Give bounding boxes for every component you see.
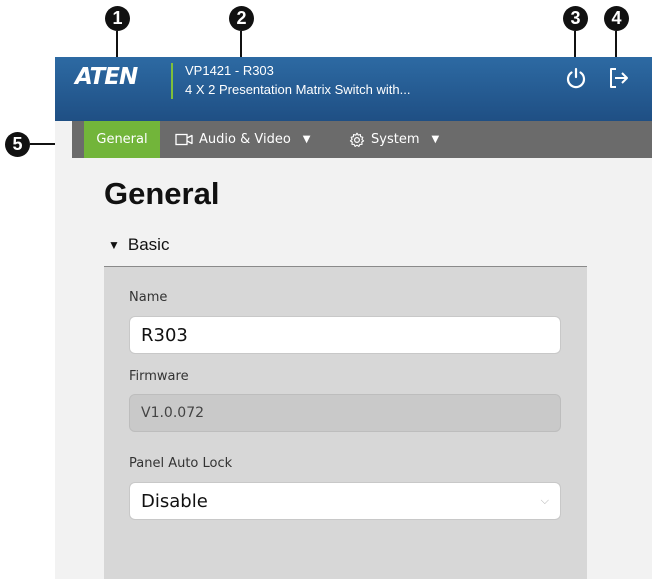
- callout-4: 4: [604, 6, 629, 31]
- tab-audio-video-label: Audio & Video: [199, 132, 291, 147]
- basic-settings-panel: Name R303 Firmware V1.0.072 Panel Auto L…: [104, 267, 587, 579]
- callout-3: 3: [563, 6, 588, 31]
- panel-auto-lock-select[interactable]: Disable ⌵: [129, 482, 561, 520]
- callout-1: 1: [105, 6, 130, 31]
- basic-section-toggle[interactable]: ▼ Basic: [108, 235, 169, 255]
- tab-system[interactable]: System ▼: [349, 121, 439, 158]
- name-label: Name: [129, 290, 168, 305]
- panel-auto-lock-label: Panel Auto Lock: [129, 456, 233, 471]
- firmware-field: V1.0.072: [129, 394, 561, 432]
- chevron-down-icon: ▼: [302, 134, 311, 145]
- callout-2: 2: [229, 6, 254, 31]
- logo-divider: [171, 63, 173, 99]
- main-nav-bar: General Audio & Video ▼ System ▼: [72, 121, 652, 158]
- main-content: General ▼ Basic Name R303 Firmware V1.0.…: [72, 158, 652, 579]
- gear-icon: [349, 132, 365, 147]
- power-icon: [566, 67, 586, 89]
- logout-button[interactable]: [606, 65, 632, 91]
- callout-5: 5: [5, 132, 30, 157]
- top-header-bar: ATEN VP1421 - R303 4 X 2 Presentation Ma…: [55, 57, 652, 121]
- chevron-down-icon: ⌵: [540, 494, 549, 507]
- web-app-window: ATEN VP1421 - R303 4 X 2 Presentation Ma…: [55, 57, 652, 579]
- aten-logo: ATEN: [75, 64, 138, 90]
- panel-auto-lock-value: Disable: [141, 490, 208, 512]
- tab-general-label: General: [96, 132, 148, 147]
- name-input[interactable]: R303: [129, 316, 561, 354]
- power-button[interactable]: [563, 65, 589, 91]
- tab-audio-video[interactable]: Audio & Video ▼: [175, 121, 310, 158]
- tab-general[interactable]: General: [84, 121, 160, 158]
- video-camera-icon: [175, 133, 193, 146]
- triangle-down-icon: ▼: [108, 238, 120, 252]
- logout-icon: [610, 68, 628, 88]
- page-title: General: [104, 176, 220, 211]
- tab-system-label: System: [371, 132, 420, 147]
- section-title: Basic: [127, 235, 170, 254]
- device-description: 4 X 2 Presentation Matrix Switch with...: [185, 82, 411, 97]
- device-model-name: VP1421 - R303: [185, 63, 274, 78]
- firmware-label: Firmware: [129, 369, 189, 384]
- chevron-down-icon: ▼: [431, 134, 440, 145]
